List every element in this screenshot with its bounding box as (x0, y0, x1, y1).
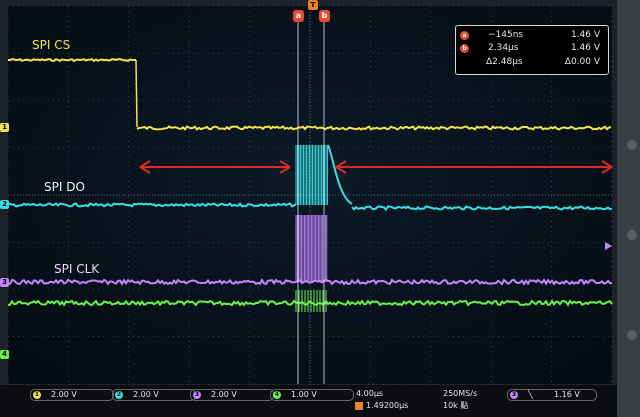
ch3-scale: 2.00 V (211, 390, 237, 399)
cursor-b-flag[interactable]: b (319, 10, 330, 22)
label-spi-cs: SPI CS (32, 38, 71, 52)
spi-cs-falling-edge (135, 59, 138, 128)
ch3-marker[interactable]: 3 (0, 278, 9, 287)
bezel-button-icon[interactable] (627, 230, 637, 240)
ch4-marker[interactable]: 4 (0, 350, 9, 359)
ch1-scale-box[interactable]: 1 2.00 V (30, 389, 114, 401)
cursor-b-badge: b (460, 44, 469, 53)
ch3-scale-box[interactable]: 3 2.00 V (190, 389, 274, 401)
right-bezel (617, 0, 640, 417)
ch2-scale: 2.00 V (133, 390, 159, 399)
record-length: 10k 點 (443, 401, 469, 410)
trigger-position-flag[interactable]: T (308, 0, 318, 10)
trigger-box[interactable]: 3 ╲ 1.16 V (507, 389, 597, 401)
bezel-button-icon[interactable] (627, 140, 637, 150)
trigger-level: 1.16 V (554, 390, 580, 399)
ch1-marker[interactable]: 1 (0, 123, 9, 132)
label-spi-do: SPI DO (44, 180, 85, 194)
trigger-source-chip: 3 (510, 391, 518, 399)
label-spi-clk: SPI CLK (54, 262, 100, 276)
trigger-position-icon (355, 402, 363, 410)
cursor-readout: a −145ns 1.46 V b 2.34µs 1.46 V Δ2.48µs … (455, 25, 609, 75)
cursor-delta-time: Δ2.48µs (486, 57, 523, 67)
oscilloscope-screen: 1 2 3 4 SPI CS SPI DO SPI CLK a b T a −1… (0, 0, 640, 417)
ch2-marker[interactable]: 2 (0, 200, 9, 209)
ch2-scale-box[interactable]: 2 2.00 V (112, 389, 196, 401)
sample-rate: 250MS/s (443, 389, 478, 398)
falling-edge-icon: ╲ (528, 390, 533, 399)
status-bar: 1 2.00 V 2 2.00 V 3 2.00 V 4 1.00 V 4.00… (0, 385, 640, 417)
ch4-scale-box[interactable]: 4 1.00 V (270, 389, 354, 401)
cursor-b-volts: 1.46 V (570, 43, 600, 53)
ch4-scale: 1.00 V (291, 390, 317, 399)
cursor-a-badge: a (460, 31, 469, 40)
ch1-chip: 1 (33, 391, 41, 399)
cursor-a-time: −145ns (488, 30, 524, 40)
spi-clk-burst (295, 215, 328, 282)
cursor-delta-volts: Δ0.00 V (564, 57, 600, 67)
trigger-position-value[interactable]: 1.49200µs (366, 401, 408, 410)
ch2-chip: 2 (115, 391, 123, 399)
cursor-b-time: 2.34µs (488, 43, 519, 53)
ch1-scale: 2.00 V (51, 390, 77, 399)
timebase-value[interactable]: 4.00µs (356, 389, 383, 398)
ch3-chip: 3 (193, 391, 201, 399)
cursor-a-volts: 1.46 V (570, 30, 600, 40)
ch4-chip: 4 (273, 391, 281, 399)
bezel-button-icon[interactable] (627, 330, 637, 340)
cursor-a-flag[interactable]: a (293, 10, 304, 22)
